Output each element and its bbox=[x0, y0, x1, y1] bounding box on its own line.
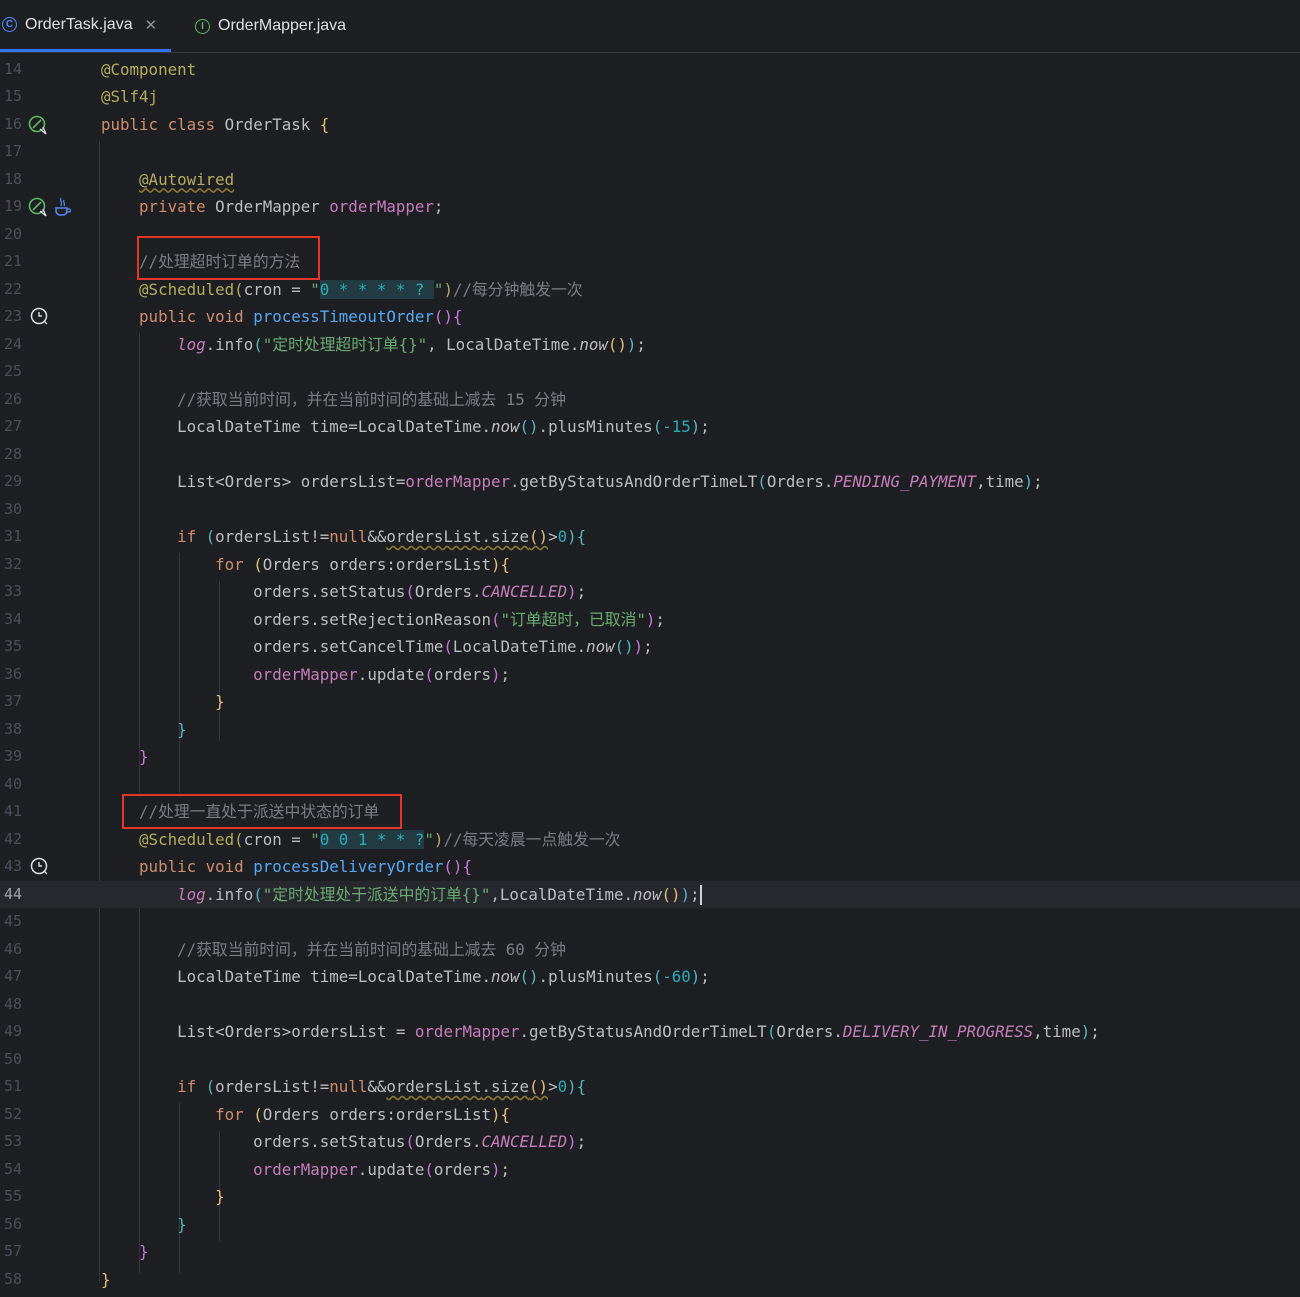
code-line: } bbox=[177, 719, 187, 739]
line-number: 56 bbox=[3, 1214, 22, 1233]
code-line: } bbox=[215, 692, 225, 711]
line-number: 20 bbox=[3, 224, 22, 243]
line-number: 28 bbox=[3, 444, 22, 463]
code-line: orders.setCancelTime(LocalDateTime.now()… bbox=[253, 637, 653, 656]
line-number: 29 bbox=[3, 472, 22, 490]
code-line: } bbox=[139, 1242, 149, 1261]
code-line: orders.setStatus(Orders.CANCELLED); bbox=[253, 1132, 587, 1151]
code-line: for (Orders orders:ordersList){ bbox=[215, 554, 511, 574]
line-number: 37 bbox=[3, 692, 22, 710]
java-interface-icon: I bbox=[195, 18, 210, 34]
line-number: 27 bbox=[3, 417, 22, 435]
code-line: } bbox=[139, 747, 149, 766]
tab-label: OrderMapper.java bbox=[218, 17, 347, 34]
line-number: 14 bbox=[3, 59, 22, 78]
line-number: 19 bbox=[3, 197, 22, 215]
scheduled-clock-icon[interactable] bbox=[30, 307, 50, 327]
code-line: public void processDeliveryOrder(){ bbox=[139, 857, 472, 876]
highlight-box-delivery-comment bbox=[122, 794, 402, 829]
code-line: if (ordersList!=null&&ordersList.size()>… bbox=[177, 527, 587, 546]
code-line: orders.setRejectionReason("订单超时，已取消"); bbox=[253, 609, 665, 629]
line-number: 26 bbox=[3, 389, 22, 408]
scheduled-clock-icon[interactable] bbox=[30, 857, 50, 877]
line-number: 44 bbox=[3, 884, 22, 903]
line-number: 38 bbox=[3, 719, 22, 738]
code-line: } bbox=[101, 1269, 111, 1289]
line-number: 15 bbox=[3, 87, 22, 105]
line-number: 46 bbox=[3, 939, 22, 958]
line-number: 36 bbox=[3, 664, 22, 683]
code-editor[interactable]: 14 @Component 15 @Slf4j 16 public class … bbox=[0, 53, 1300, 1297]
code-line: //获取当前时间，并在当前时间的基础上减去 60 分钟 bbox=[177, 939, 566, 959]
line-number: 58 bbox=[3, 1269, 22, 1288]
code-line: LocalDateTime time=LocalDateTime.now().p… bbox=[177, 417, 710, 436]
line-number: 22 bbox=[3, 279, 22, 298]
code-line: orderMapper.update(orders); bbox=[253, 1159, 511, 1179]
spring-bean-icon[interactable] bbox=[28, 197, 48, 217]
line-number: 57 bbox=[3, 1242, 22, 1260]
spring-bean-icon[interactable] bbox=[28, 115, 48, 135]
line-number: 39 bbox=[3, 747, 22, 765]
editor-tab-bar: C OrderTask.java ✕ I OrderMapper.java bbox=[0, 0, 1300, 53]
line-number: 35 bbox=[3, 637, 22, 655]
code-line: @Component bbox=[101, 59, 197, 79]
tab-order-mapper[interactable]: I OrderMapper.java bbox=[195, 0, 346, 52]
line-number: 49 bbox=[3, 1022, 22, 1040]
line-number: 34 bbox=[3, 609, 22, 628]
line-number: 53 bbox=[3, 1132, 22, 1150]
line-number: 52 bbox=[3, 1104, 22, 1123]
line-number: 45 bbox=[3, 912, 22, 930]
java-class-icon: C bbox=[2, 17, 17, 32]
code-line: log.info("定时处理超时订单{}", LocalDateTime.now… bbox=[177, 334, 646, 354]
line-number: 50 bbox=[3, 1049, 22, 1068]
tab-order-task[interactable]: C OrderTask.java ✕ bbox=[0, 0, 172, 52]
line-number: 40 bbox=[3, 774, 22, 793]
code-line: //获取当前时间，并在当前时间的基础上减去 15 分钟 bbox=[177, 389, 566, 409]
code-line: private OrderMapper orderMapper; bbox=[139, 197, 444, 216]
line-number: 48 bbox=[3, 994, 22, 1013]
code-line: List<Orders> ordersList=orderMapper.getB… bbox=[177, 472, 1043, 491]
line-number: 51 bbox=[3, 1077, 22, 1095]
line-number: 54 bbox=[3, 1159, 22, 1178]
line-number: 32 bbox=[3, 554, 22, 573]
line-number: 24 bbox=[3, 334, 22, 353]
code-line: @Slf4j bbox=[101, 87, 159, 106]
line-number: 18 bbox=[3, 169, 22, 188]
close-icon[interactable]: ✕ bbox=[145, 16, 158, 34]
line-number: 43 bbox=[3, 857, 22, 875]
highlight-box-timeout-comment bbox=[137, 236, 320, 280]
code-line: } bbox=[215, 1187, 225, 1206]
line-number: 17 bbox=[3, 142, 22, 160]
line-number: 23 bbox=[3, 307, 22, 325]
code-line: if (ordersList!=null&&ordersList.size()>… bbox=[177, 1077, 587, 1096]
line-number: 21 bbox=[3, 252, 22, 270]
line-number: 33 bbox=[3, 582, 22, 600]
code-line: @Autowired bbox=[139, 169, 235, 189]
line-number: 41 bbox=[3, 802, 22, 820]
code-line: orderMapper.update(orders); bbox=[253, 664, 511, 684]
line-number: 31 bbox=[3, 527, 22, 545]
line-number: 16 bbox=[3, 114, 22, 133]
code-line: LocalDateTime time=LocalDateTime.now().p… bbox=[177, 967, 710, 986]
text-caret bbox=[699, 885, 702, 905]
tab-label: OrderTask.java bbox=[25, 15, 133, 33]
line-number: 55 bbox=[3, 1187, 22, 1205]
java-bean-icon[interactable] bbox=[52, 196, 72, 216]
current-line: 44 log.info("定时处理处于派送中的订单{}",LocalDateTi… bbox=[0, 880, 1300, 908]
code-line: } bbox=[177, 1214, 187, 1234]
code-line: public void processTimeoutOrder(){ bbox=[139, 307, 463, 326]
code-line: List<Orders>ordersList = orderMapper.get… bbox=[177, 1022, 1100, 1041]
line-number: 30 bbox=[3, 499, 22, 518]
line-number: 47 bbox=[3, 967, 22, 985]
code-line: log.info("定时处理处于派送中的订单{}",LocalDateTime.… bbox=[177, 884, 702, 905]
code-line: @Scheduled(cron = "0 0 1 * * ?")//每天凌晨一点… bbox=[139, 829, 621, 849]
code-line: public class OrderTask { bbox=[101, 114, 330, 134]
line-number: 42 bbox=[3, 829, 22, 848]
line-number: 25 bbox=[3, 362, 22, 380]
code-line: orders.setStatus(Orders.CANCELLED); bbox=[253, 582, 587, 601]
code-line: for (Orders orders:ordersList){ bbox=[215, 1104, 511, 1124]
